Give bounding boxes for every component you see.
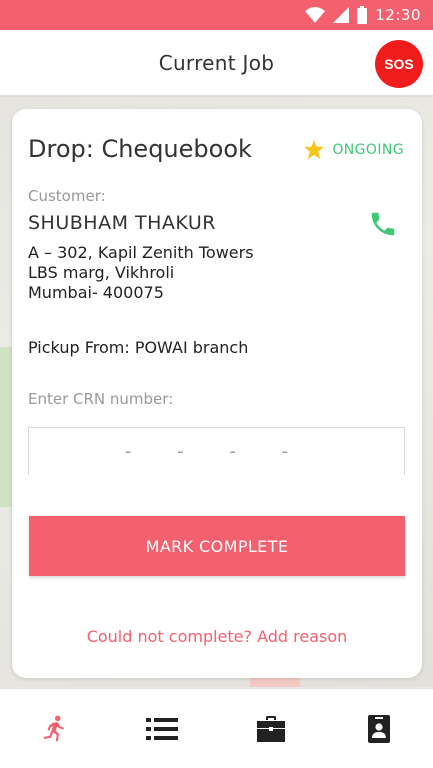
nav-profile[interactable] (349, 699, 409, 759)
address-line-1: A – 302, Kapil Zenith Towers (28, 243, 254, 262)
mark-complete-button[interactable]: MARK COMPLETE (29, 516, 405, 576)
nav-job-list[interactable] (132, 699, 192, 759)
job-title: Drop: Chequebook (28, 135, 252, 163)
phone-icon[interactable] (368, 209, 398, 239)
status-bar: 12:30 (0, 0, 433, 30)
status-time: 12:30 (375, 6, 421, 24)
add-reason-link[interactable]: Could not complete? Add reason (12, 627, 422, 646)
running-person-icon (43, 715, 65, 741)
app-bar: Current Job SOS (0, 30, 433, 96)
id-badge-icon (367, 714, 390, 743)
wifi-icon (305, 7, 326, 23)
crn-label: Enter CRN number: (28, 390, 174, 408)
address-line-3: Mumbai- 400075 (28, 283, 164, 302)
status-text: ONGOING (332, 141, 404, 158)
nav-work[interactable] (241, 699, 301, 759)
customer-label: Customer: (28, 187, 106, 205)
page-title: Current Job (158, 50, 275, 75)
briefcase-icon (256, 715, 285, 742)
job-card: Drop: Chequebook ONGOING Customer: SHUBH… (12, 109, 422, 678)
bottom-nav (0, 688, 433, 768)
status-badge: ONGOING (304, 140, 404, 159)
nav-current-job[interactable] (24, 699, 84, 759)
customer-name: SHUBHAM THAKUR (28, 212, 216, 234)
address-line-2: LBS marg, Vikhroli (28, 263, 175, 282)
customer-address: A – 302, Kapil Zenith Towers LBS marg, V… (28, 243, 254, 303)
map-park-area (0, 347, 12, 507)
pickup-location: Pickup From: POWAI branch (28, 338, 249, 357)
cellular-signal-icon (333, 7, 350, 23)
battery-icon (357, 6, 368, 24)
star-icon (304, 140, 325, 159)
list-icon (146, 717, 179, 740)
sos-button[interactable]: SOS (375, 40, 423, 88)
crn-input[interactable] (28, 427, 405, 475)
